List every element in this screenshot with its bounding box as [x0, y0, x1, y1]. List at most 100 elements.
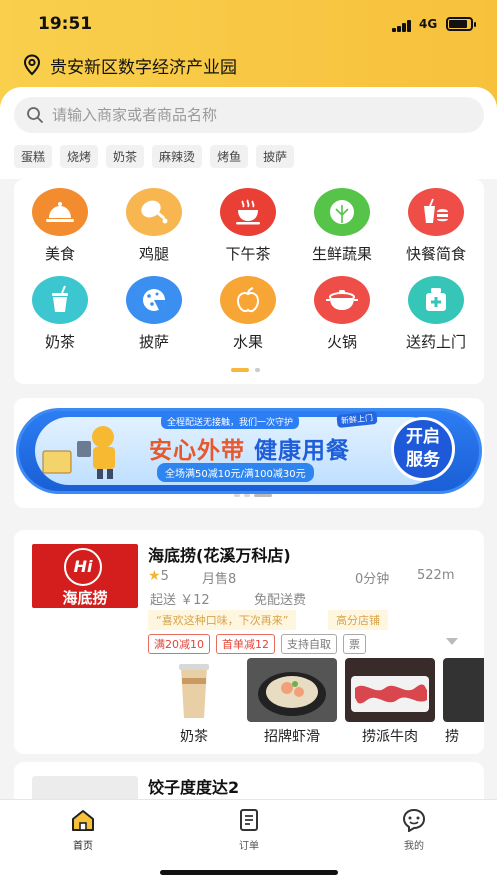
category-item-milk-tea[interactable]: 奶茶 — [20, 276, 100, 352]
search-bar[interactable] — [14, 97, 484, 133]
shop-highlight-tag: 高分店铺 — [328, 610, 388, 630]
location-address: 贵安新区数字经济产业园 — [50, 57, 237, 78]
category-item-pizza[interactable]: 披萨 — [114, 276, 194, 352]
shop-name: 海底捞(花溪万科店) — [148, 546, 291, 565]
pizza-icon — [126, 276, 182, 324]
signal-icon — [392, 20, 412, 32]
location-pin-icon — [23, 54, 41, 76]
shop-rating: ★5 — [148, 568, 169, 584]
food-cloche-icon — [32, 188, 88, 236]
search-icon — [27, 107, 43, 123]
promo-tag: 满20减10 — [148, 634, 210, 654]
shop-distance: 522m — [417, 568, 455, 583]
promo-banner[interactable]: 全程配送无接触，我们一次守护 安心外带 健康用餐 新鲜上门 全场满50减10元/… — [16, 408, 482, 494]
category-label: 鸡腿 — [138, 245, 169, 263]
search-input[interactable] — [52, 106, 432, 124]
shop-monthly-sales: 月售8 — [202, 572, 237, 587]
tab-profile[interactable]: 我的 — [384, 808, 444, 852]
category-label: 下午茶 — [225, 245, 271, 263]
tab-label: 首页 — [73, 841, 93, 852]
category-label: 美食 — [44, 245, 75, 263]
category-label: 送药上门 — [405, 333, 466, 351]
category-page-indicator — [231, 368, 260, 372]
dish-name: 捞派牛肉 — [362, 729, 418, 745]
category-item-afternoon-tea[interactable]: 下午茶 — [208, 188, 288, 264]
category-label: 奶茶 — [44, 333, 75, 351]
promo-tag: 支持自取 — [281, 634, 337, 654]
dish-image — [345, 658, 435, 722]
category-item-fast-food[interactable]: 快餐简食 — [396, 188, 476, 264]
cabbage-icon — [314, 188, 370, 236]
category-item-chicken[interactable]: 鸡腿 — [114, 188, 194, 264]
category-item-fresh-produce[interactable]: 生鲜蔬果 — [302, 188, 382, 264]
tab-label: 订单 — [239, 841, 259, 852]
banner-page-indicator — [234, 494, 272, 497]
profile-icon — [402, 808, 426, 833]
hot-tags: 蛋糕 烧烤 奶茶 麻辣烫 烤鱼 披萨 — [14, 145, 295, 168]
shop-delivery-time: 0分钟 — [355, 572, 390, 587]
dish-item[interactable]: 招牌虾滑 — [247, 658, 337, 746]
hot-tag[interactable]: 烧烤 — [60, 145, 99, 168]
hot-tag[interactable]: 烤鱼 — [210, 145, 249, 168]
dish-item[interactable]: 奶茶 — [149, 658, 239, 746]
banner-headline-part1: 安心外带 — [149, 438, 245, 464]
category-label: 生鲜蔬果 — [311, 245, 372, 263]
network-type: 4G — [419, 17, 438, 31]
home-icon — [72, 810, 94, 831]
dish-name: 招牌虾滑 — [264, 729, 320, 745]
dish-item[interactable]: 捞 — [443, 658, 484, 746]
tab-label: 我的 — [404, 841, 424, 852]
banner-headline: 安心外带 健康用餐 — [149, 431, 350, 465]
shop-review-quote: “喜欢这种口味，下次再来” — [148, 610, 297, 630]
dish-image — [149, 658, 239, 722]
category-item-fruit[interactable]: 水果 — [208, 276, 288, 352]
status-bar: 19:51 4G — [0, 12, 497, 38]
hot-tag[interactable]: 蛋糕 — [14, 145, 53, 168]
status-time: 19:51 — [38, 14, 93, 34]
expand-promos-icon[interactable] — [446, 638, 458, 645]
tea-cup-icon — [220, 188, 276, 236]
apple-icon — [220, 276, 276, 324]
category-label: 披萨 — [138, 333, 169, 351]
category-item-food[interactable]: 美食 — [20, 188, 100, 264]
dish-name: 奶茶 — [180, 729, 208, 745]
shop-logo-mark: Hi — [64, 548, 102, 586]
orders-icon — [240, 809, 258, 831]
shop-logo-text: 海底捞 — [62, 589, 108, 607]
home-indicator — [160, 870, 338, 875]
banner-top-text: 全程配送无接触，我们一次守护 — [161, 414, 300, 429]
dish-image — [247, 658, 337, 722]
fast-food-icon — [408, 188, 464, 236]
tab-orders[interactable]: 订单 — [219, 808, 279, 852]
category-item-medicine[interactable]: 送药上门 — [396, 276, 476, 352]
tab-home[interactable]: 首页 — [53, 808, 113, 852]
category-label: 火锅 — [326, 333, 357, 351]
shop-delivery-fee: 免配送费 — [254, 593, 307, 608]
start-service-button[interactable]: 开启服务 — [391, 417, 455, 481]
category-label: 水果 — [232, 333, 263, 351]
shop-logo: Hi 海底捞 — [32, 544, 138, 608]
promo-banner-card: 全程配送无接触，我们一次守护 安心外带 健康用餐 新鲜上门 全场满50减10元/… — [14, 398, 484, 508]
location-selector[interactable]: 贵安新区数字经济产业园 — [22, 53, 237, 78]
star-icon: ★ — [148, 568, 161, 584]
dish-item[interactable]: 捞派牛肉 — [345, 658, 435, 746]
promo-tag: 首单减12 — [216, 634, 275, 654]
shop-min-order: 起送 ￥12 — [150, 593, 210, 608]
hot-tag[interactable]: 麻辣烫 — [152, 145, 203, 168]
banner-headline-part2: 健康用餐 — [254, 438, 351, 464]
banner-discount-text: 全场满50减10元/满100减30元 — [157, 463, 314, 482]
hot-tag[interactable]: 奶茶 — [106, 145, 145, 168]
hot-tag[interactable]: 披萨 — [256, 145, 295, 168]
shop-promotions: 满20减10 首单减12 支持自取 票 — [148, 634, 366, 654]
promo-tag: 票 — [343, 634, 366, 654]
category-item-hotpot[interactable]: 火锅 — [302, 276, 382, 352]
shop-card[interactable]: Hi 海底捞 海底捞(花溪万科店) ★5 月售8 0分钟 522m 起送 ￥12… — [14, 530, 484, 754]
battery-icon — [446, 17, 476, 31]
start-service-label: 开启服务 — [406, 427, 440, 470]
chicken-leg-icon — [126, 188, 182, 236]
dish-name: 捞 — [445, 729, 459, 745]
milk-tea-icon — [32, 276, 88, 324]
delivery-rider-icon — [42, 426, 115, 479]
dish-image — [443, 658, 484, 722]
category-grid: 美食 鸡腿 下午茶 生鲜蔬果 快餐简食 奶茶 披萨 水果 火锅 送药上门 — [14, 179, 484, 384]
